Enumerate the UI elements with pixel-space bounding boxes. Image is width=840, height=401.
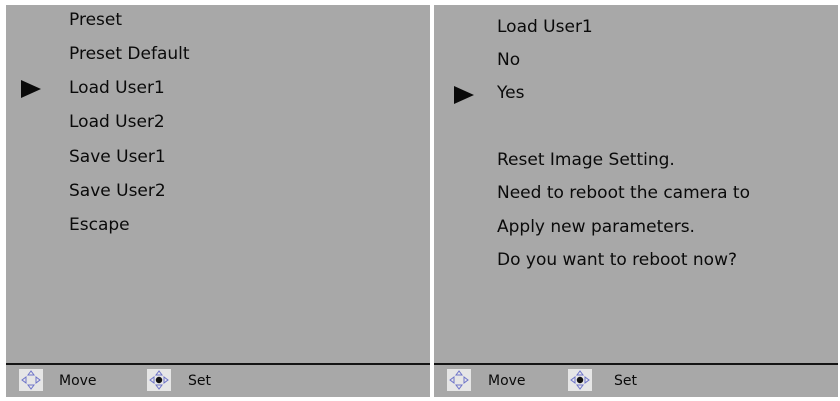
direction-pad-set-icon bbox=[568, 369, 592, 391]
message-line: Apply new parameters. bbox=[497, 217, 695, 237]
direction-pad-move-icon bbox=[19, 369, 43, 391]
footer-set-label: Set bbox=[188, 373, 211, 389]
dialog-title: Load User1 bbox=[497, 17, 593, 37]
menu-item-escape[interactable]: Escape bbox=[69, 214, 130, 236]
message-line: Need to reboot the camera to bbox=[497, 183, 750, 203]
triangle-right-icon bbox=[21, 80, 41, 98]
triangle-right-icon bbox=[454, 86, 474, 104]
osd-load-user-dialog: Load User1 No Yes Reset Image Setting. N… bbox=[434, 5, 838, 397]
footer-move-label: Move bbox=[488, 373, 526, 389]
menu-item-save-user1[interactable]: Save User1 bbox=[69, 146, 166, 168]
menu-item-preset-default[interactable]: Preset Default bbox=[69, 43, 190, 65]
direction-pad-set-icon bbox=[147, 369, 171, 391]
footer-move-label: Move bbox=[59, 373, 97, 389]
message-line: Do you want to reboot now? bbox=[497, 250, 738, 270]
message-line: Reset Image Setting. bbox=[497, 150, 675, 170]
option-yes[interactable]: Yes bbox=[497, 82, 524, 104]
footer-set-label: Set bbox=[614, 373, 637, 389]
menu-item-load-user1[interactable]: Load User1 bbox=[69, 77, 165, 99]
menu-item-load-user2[interactable]: Load User2 bbox=[69, 111, 165, 133]
menu-item-preset[interactable]: Preset bbox=[69, 9, 122, 31]
osd-footer: Move Set bbox=[434, 365, 838, 397]
osd-footer: Move Set bbox=[6, 365, 430, 397]
menu-item-save-user2[interactable]: Save User2 bbox=[69, 180, 166, 202]
direction-pad-move-icon bbox=[447, 369, 471, 391]
option-no[interactable]: No bbox=[497, 49, 520, 71]
osd-preset-menu: Preset Preset Default Load User1 Load Us… bbox=[6, 5, 430, 397]
